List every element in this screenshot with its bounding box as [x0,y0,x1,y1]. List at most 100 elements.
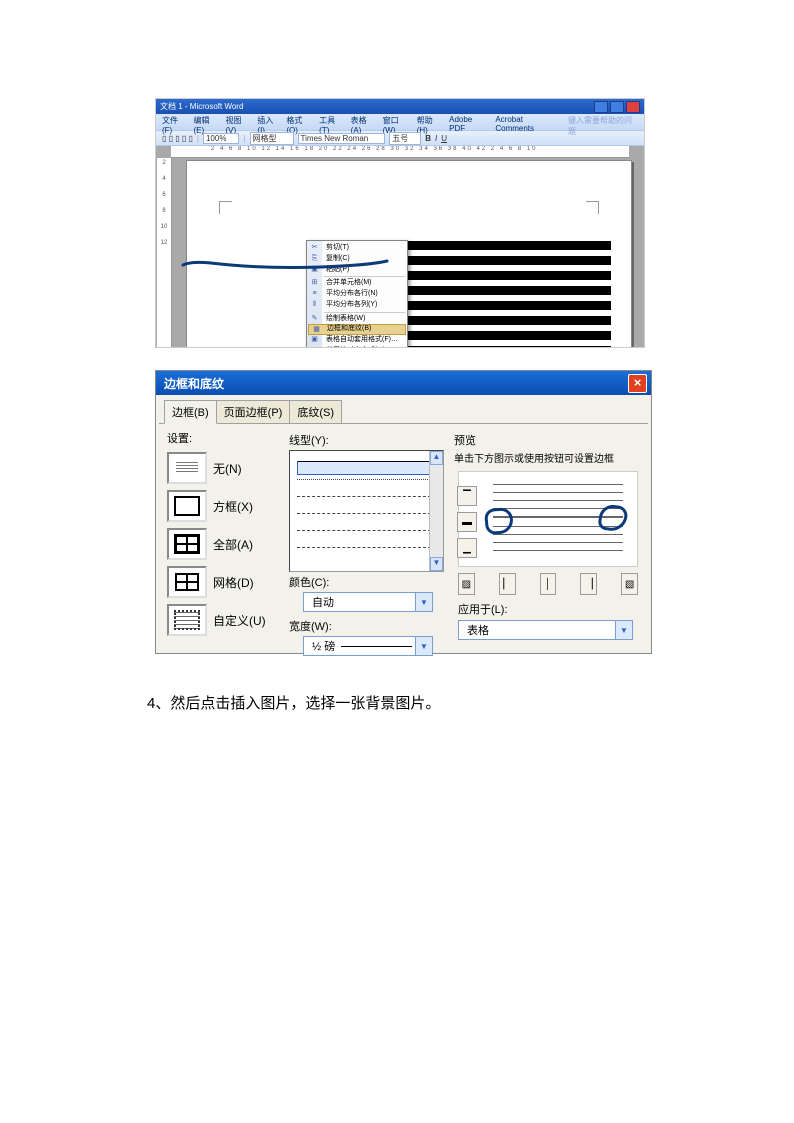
document-area: ✂剪切(T) ⎘复制(C) ▣粘贴(P) ⊞合并单元格(M) ≡平均分布各行(N… [172,158,644,348]
width-label: 宽度(W): [289,618,444,634]
ctx-draw-table[interactable]: ✎绘制表格(W) [307,314,407,325]
menu-window[interactable]: 窗口(W) [383,115,411,129]
dialog-title: 边框和底纹 [164,375,224,392]
horizontal-ruler [171,146,629,158]
setting-custom[interactable]: 自定义(U) [167,604,282,636]
bold-icon[interactable]: B [425,134,431,143]
maximize-icon[interactable] [610,101,624,113]
chevron-down-icon: ▼ [415,593,432,611]
menu-format[interactable]: 格式(O) [286,115,313,129]
ctx-autoformat[interactable]: ▣表格自动套用格式(F)… [307,335,407,346]
menu-help[interactable]: 帮助(H) [417,115,443,129]
dialog-title-bar: 边框和底纹 [156,371,651,395]
zoom-combo[interactable]: 100% [203,133,239,144]
border-hmid-button[interactable]: ▬ [457,512,477,532]
tab-border[interactable]: 边框(B) [164,400,217,424]
size-combo[interactable]: 五号 [389,132,421,145]
ctx-paste[interactable]: ▣粘贴(P) [307,265,407,276]
italic-icon[interactable]: I [435,134,437,143]
menu-table[interactable]: 表格(A) [351,115,377,129]
cols-icon: ⦀ [309,301,320,309]
linestyle-label: 线型(Y): [289,432,444,448]
word-menu-bar: 文件(F) 编辑(E) 视图(V) 插入(I) 格式(O) 工具(T) 表格(A… [156,114,644,130]
ctx-borders-shading[interactable]: ▦边框和底纹(B) [308,324,406,335]
borders-shading-dialog: 边框和底纹 × 边框(B) 页面边框(P) 底纹(S) 设置: 无(N) [155,370,652,654]
linestyle-list[interactable]: ▲ ▼ [289,450,444,572]
ctx-copy[interactable]: ⎘复制(C) [307,254,407,265]
settings-label: 设置: [167,430,282,446]
word-screenshot: 文档 1 - Microsoft Word 文件(F) 编辑(E) 视图(V) … [155,98,645,348]
tab-shading[interactable]: 底纹(S) [289,400,342,424]
menu-edit[interactable]: 编辑(E) [194,115,220,129]
apply-combo[interactable]: 表格 ▼ [458,620,633,640]
border-icon: ▦ [311,326,322,334]
setting-grid-icon [167,566,207,598]
dialog-close-button[interactable]: × [628,374,647,393]
border-diag2-button[interactable]: ▧ [621,573,638,595]
help-hint[interactable]: 键入需要帮助的问题 [568,115,638,129]
style-combo[interactable]: 网格型 [250,132,294,145]
rows-icon: ≡ [309,290,320,298]
ctx-distribute-rows[interactable]: ≡平均分布各行(N) [307,289,407,300]
ctx-cut[interactable]: ✂剪切(T) [307,243,407,254]
preview-bottom-buttons: ▨ ▏ │ ▕ ▧ [458,573,638,595]
ctx-distribute-cols[interactable]: ⦀平均分布各列(Y) [307,300,407,311]
scrollbar[interactable]: ▲ ▼ [429,451,443,571]
word-title-bar: 文档 1 - Microsoft Word [156,99,644,114]
border-left-button[interactable]: ▏ [499,573,516,595]
setting-grid[interactable]: 网格(D) [167,566,282,598]
ctx-cell-align[interactable]: ⊡单元格对齐方式(G)▶ [307,346,407,348]
menu-insert[interactable]: 插入(I) [257,115,280,129]
border-bottom-button[interactable]: ▁ [457,538,477,558]
preview-diagram: ▔ ▬ ▁ [458,471,638,567]
setting-custom-icon [167,604,207,636]
menu-tools[interactable]: 工具(T) [319,115,345,129]
border-right-button[interactable]: ▕ [580,573,597,595]
color-combo[interactable]: 自动 ▼ [303,592,433,612]
setting-box[interactable]: 方框(X) [167,490,282,522]
document-page: ✂剪切(T) ⎘复制(C) ▣粘贴(P) ⊞合并单元格(M) ≡平均分布各行(N… [186,160,632,348]
step-4-text: 4、然后点击插入图片，选择一张背景图片。 [147,692,644,713]
vertical-ruler: 24681012 [157,158,172,348]
toolbar-icons[interactable]: ▯ ▯ ▯ ▯ ▯ [162,134,193,143]
chevron-down-icon: ▼ [415,637,432,655]
style-column: 线型(Y): ▲ ▼ 颜色(C): [289,430,444,662]
window-controls [594,101,640,113]
setting-none[interactable]: 无(N) [167,452,282,484]
setting-all[interactable]: 全部(A) [167,528,282,560]
scroll-up-icon[interactable]: ▲ [430,451,443,465]
ctx-merge-cells[interactable]: ⊞合并单元格(M) [307,278,407,289]
merge-icon: ⊞ [309,279,320,287]
paste-icon: ▣ [309,266,320,274]
menu-acrobat[interactable]: Acrobat Comments [495,115,562,129]
preview-label: 预览 [454,432,642,448]
font-combo[interactable]: Times New Roman [298,133,386,144]
pencil-icon: ✎ [309,315,320,323]
apply-label: 应用于(L): [458,601,638,617]
border-vmid-button[interactable]: │ [540,573,557,595]
settings-column: 设置: 无(N) 方框(X) 全部(A) 网格 [167,430,282,642]
tab-page-border[interactable]: 页面边框(P) [216,400,291,424]
cut-icon: ✂ [309,244,320,252]
setting-box-icon [167,490,207,522]
word-title: 文档 1 - Microsoft Word [160,101,243,112]
menu-pdf[interactable]: Adobe PDF [449,115,489,129]
close-icon[interactable] [626,101,640,113]
menu-file[interactable]: 文件(F) [162,115,188,129]
autoformat-icon: ▣ [309,336,320,344]
chevron-down-icon: ▼ [615,621,632,639]
context-menu: ✂剪切(T) ⎘复制(C) ▣粘贴(P) ⊞合并单元格(M) ≡平均分布各行(N… [306,240,408,348]
underline-icon[interactable]: U [441,134,447,143]
minimize-icon[interactable] [594,101,608,113]
setting-none-icon [167,452,207,484]
scroll-down-icon[interactable]: ▼ [430,557,443,571]
preview-column: 预览 单击下方图示或使用按钮可设置边框 ▔ ▬ ▁ [454,430,642,640]
border-diag1-button[interactable]: ▨ [458,573,475,595]
setting-all-icon [167,528,207,560]
menu-view[interactable]: 视图(V) [225,115,251,129]
width-combo[interactable]: ½ 磅 ▼ [303,636,433,656]
border-top-button[interactable]: ▔ [457,486,477,506]
color-label: 颜色(C): [289,574,444,590]
align-icon: ⊡ [309,347,320,348]
preview-hint: 单击下方图示或使用按钮可设置边框 [454,450,642,465]
